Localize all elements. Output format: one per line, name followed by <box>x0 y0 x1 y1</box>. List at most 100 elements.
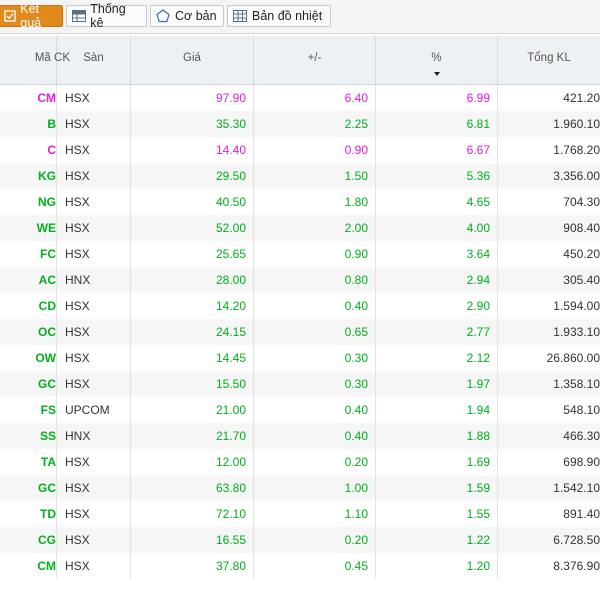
exchange-cell-text: HSX <box>65 117 90 131</box>
table-row[interactable]: C HSX 14.40 0.90 6.67 1.768.20 <box>0 137 600 163</box>
exchange-cell-text: HSX <box>65 299 90 313</box>
volume-cell: 466.30 <box>498 423 600 449</box>
stock-code-cell: SS <box>0 423 57 449</box>
stock-code-cell: OC <box>0 319 57 345</box>
volume-cell: 698.90 <box>498 449 600 475</box>
tab-results[interactable]: Kết quả <box>0 2 63 30</box>
column-header-code[interactable]: Mã CK <box>0 36 70 84</box>
column-header-percent-label: % <box>431 52 442 64</box>
change-cell: 1.50 <box>254 163 376 189</box>
table-row[interactable]: B HSX 35.30 2.25 6.81 1.960.10 <box>0 111 600 137</box>
volume-cell: 1.358.10 <box>498 371 600 397</box>
table-row[interactable]: GC HSX 15.50 0.30 1.97 1.358.10 <box>0 371 600 397</box>
exchange-cell: HSX <box>57 475 131 501</box>
table-row[interactable]: FC HSX 25.65 0.90 3.64 450.20 <box>0 241 600 267</box>
price-cell-text: 15.50 <box>215 377 246 391</box>
percent-cell: 2.94 <box>376 267 498 293</box>
price-cell: 28.00 <box>131 267 254 293</box>
table-row[interactable]: CM HSX 37.80 0.45 1.20 8.376.90 <box>0 553 600 579</box>
stock-code-cell-text: TA <box>40 455 56 469</box>
price-cell: 15.50 <box>131 371 254 397</box>
table-row[interactable]: WE HSX 52.00 2.00 4.00 908.40 <box>0 215 600 241</box>
change-cell: 0.65 <box>254 319 376 345</box>
exchange-cell-text: HSX <box>65 325 90 339</box>
price-cell-text: 97.90 <box>215 91 246 105</box>
change-cell-text: 1.10 <box>344 507 368 521</box>
table-row[interactable]: GC HSX 63.80 1.00 1.59 1.542.10 <box>0 475 600 501</box>
percent-cell: 1.20 <box>376 553 498 579</box>
exchange-cell-text: HNX <box>65 273 91 287</box>
stock-code-cell-text: CG <box>38 533 56 547</box>
stock-code-cell-text: OC <box>38 325 56 339</box>
stock-code-cell-text: OW <box>35 351 56 365</box>
change-cell-text: 0.40 <box>344 429 368 443</box>
change-cell-text: 0.20 <box>344 533 368 547</box>
stock-code-cell-text: TD <box>40 507 56 521</box>
tab-basic[interactable]: Cơ bản <box>150 5 224 27</box>
table-row[interactable]: AC HNX 28.00 0.80 2.94 305.40 <box>0 267 600 293</box>
change-cell-text: 0.90 <box>344 247 368 261</box>
volume-cell: 6.728.50 <box>498 527 600 553</box>
stock-code-cell: FS <box>0 397 57 423</box>
stock-code-cell-text: CM <box>37 91 56 105</box>
percent-cell-text: 4.65 <box>466 195 490 209</box>
volume-cell-text: 466.30 <box>563 429 600 443</box>
table-row[interactable]: SS HNX 21.70 0.40 1.88 466.30 <box>0 423 600 449</box>
volume-cell-text: 1.594.00 <box>553 299 600 313</box>
statistics-grid-icon <box>71 9 86 23</box>
price-cell: 14.40 <box>131 137 254 163</box>
price-cell-text: 14.40 <box>215 143 246 157</box>
price-cell: 40.50 <box>131 189 254 215</box>
tab-heatmap[interactable]: Bản đồ nhiệt <box>227 5 331 27</box>
exchange-cell-text: HSX <box>65 247 90 261</box>
column-header-volume[interactable]: Tổng KL <box>498 36 600 84</box>
table-row[interactable]: CM HSX 97.90 6.40 6.99 421.20 <box>0 85 600 111</box>
column-header-change-label: +/- <box>307 52 322 64</box>
pentagon-icon <box>155 9 171 23</box>
volume-cell-text: 1.933.10 <box>553 325 600 339</box>
sort-descending-icon <box>433 72 440 76</box>
table-row[interactable]: FS UPCOM 21.00 0.40 1.94 548.10 <box>0 397 600 423</box>
exchange-cell-text: UPCOM <box>65 403 110 417</box>
table-row[interactable]: CG HSX 16.55 0.20 1.22 6.728.50 <box>0 527 600 553</box>
change-cell: 0.40 <box>254 293 376 319</box>
column-header-price[interactable]: Giá <box>131 36 254 84</box>
volume-cell: 421.20 <box>498 85 600 111</box>
volume-cell: 908.40 <box>498 215 600 241</box>
table-row[interactable]: KG HSX 29.50 1.50 5.36 3.356.00 <box>0 163 600 189</box>
table-row[interactable]: TD HSX 72.10 1.10 1.55 891.40 <box>0 501 600 527</box>
column-header-percent[interactable]: % <box>376 36 498 84</box>
table-row[interactable]: OC HSX 24.15 0.65 2.77 1.933.10 <box>0 319 600 345</box>
stock-code-cell-text: NG <box>38 195 56 209</box>
exchange-cell: HSX <box>57 293 131 319</box>
exchange-cell-text: HSX <box>65 143 90 157</box>
percent-cell: 4.65 <box>376 189 498 215</box>
change-cell: 0.30 <box>254 345 376 371</box>
column-header-change[interactable]: +/- <box>254 36 376 84</box>
volume-cell: 26.860.00 <box>498 345 600 371</box>
volume-cell-text: 450.20 <box>563 247 600 261</box>
change-cell-text: 0.90 <box>344 143 368 157</box>
table-row[interactable]: NG HSX 40.50 1.80 4.65 704.30 <box>0 189 600 215</box>
change-cell-text: 0.40 <box>344 299 368 313</box>
column-header-exchange[interactable]: Sàn <box>57 36 131 84</box>
stock-code-cell: GC <box>0 475 57 501</box>
volume-cell-text: 8.376.90 <box>553 559 600 573</box>
stock-code-cell: CM <box>0 85 57 111</box>
stock-code-cell: C <box>0 137 57 163</box>
price-cell-text: 24.15 <box>215 325 246 339</box>
table-row[interactable]: OW HSX 14.45 0.30 2.12 26.860.00 <box>0 345 600 371</box>
price-cell: 35.30 <box>131 111 254 137</box>
price-cell: 37.80 <box>131 553 254 579</box>
change-cell-text: 0.30 <box>344 351 368 365</box>
price-cell-text: 28.00 <box>215 273 246 287</box>
tab-statistics[interactable]: Thống kê <box>66 2 147 30</box>
heatmap-grid-icon <box>232 9 248 23</box>
table-row[interactable]: TA HSX 12.00 0.20 1.69 698.90 <box>0 449 600 475</box>
price-cell-text: 35.30 <box>215 117 246 131</box>
exchange-cell: UPCOM <box>57 397 131 423</box>
change-cell: 0.90 <box>254 137 376 163</box>
percent-cell: 1.88 <box>376 423 498 449</box>
table-row[interactable]: CD HSX 14.20 0.40 2.90 1.594.00 <box>0 293 600 319</box>
change-cell: 2.00 <box>254 215 376 241</box>
